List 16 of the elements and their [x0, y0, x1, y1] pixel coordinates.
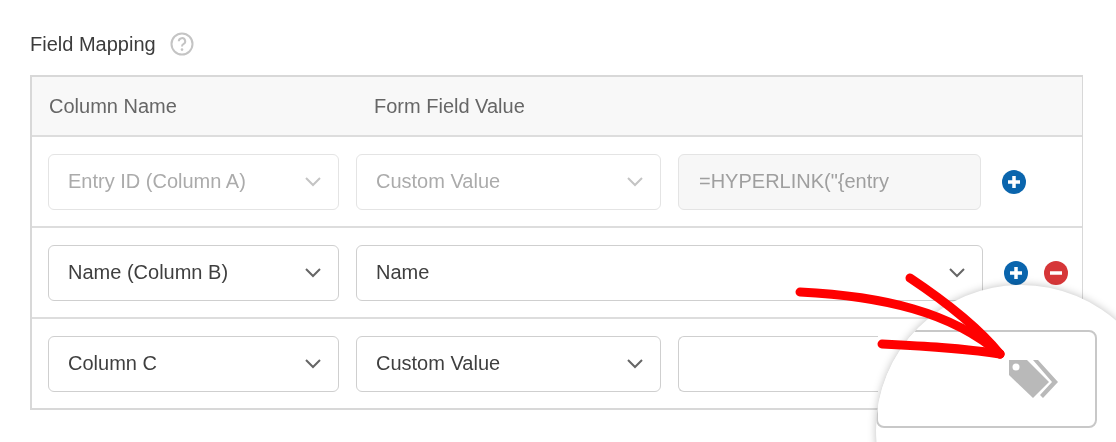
column-header: Column Name: [49, 94, 178, 118]
add-button[interactable]: [1004, 260, 1028, 285]
chevron-down-icon: [626, 176, 644, 187]
column-select[interactable]: Column C: [48, 335, 339, 392]
column-select[interactable]: Name (Column B): [48, 244, 339, 301]
chevron-down-icon: [304, 267, 322, 278]
field-select[interactable]: Custom Value: [356, 335, 661, 392]
chevron-down-icon: [626, 358, 644, 369]
remove-button[interactable]: [1044, 260, 1068, 285]
field-select[interactable]: Name: [356, 244, 983, 301]
chevron-down-icon: [304, 176, 322, 187]
section-title: Field Mapping: [30, 32, 156, 56]
column-header: Form Field Value: [374, 94, 525, 118]
chevron-down-icon: [948, 267, 966, 278]
chevron-down-icon: [304, 358, 322, 369]
custom-value-input[interactable]: [678, 335, 878, 392]
